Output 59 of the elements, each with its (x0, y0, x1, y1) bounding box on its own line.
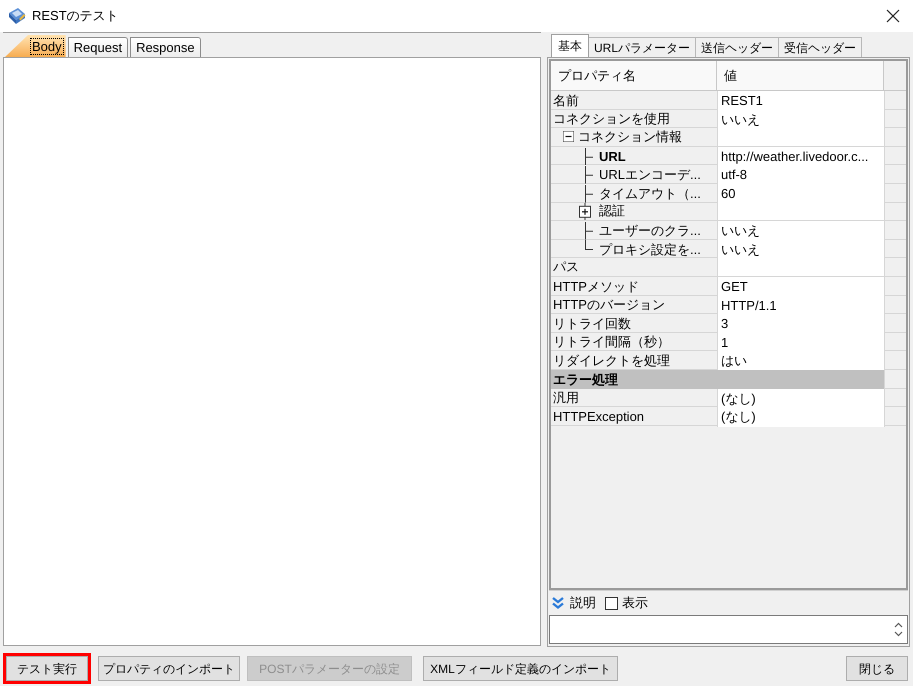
description-label: 説明 (570, 594, 596, 612)
tab[interactable]: Body (5, 35, 66, 57)
plus-box-icon[interactable] (579, 202, 591, 220)
property-value[interactable]: GET (717, 276, 884, 296)
double-chevron-icon[interactable] (551, 596, 565, 610)
property-name: HTTPのバージョン (553, 297, 665, 314)
property-value[interactable]: いいえ (717, 240, 884, 260)
property-name: ユーザーのクラ... (599, 222, 701, 239)
tab[interactable]: 受信ヘッダー (779, 37, 862, 57)
property-name: HTTPメソッド (553, 278, 639, 295)
property-name: URLエンコーデ... (599, 167, 701, 184)
import-xml-definition-button[interactable]: XMLフィールド定義のインポート (423, 656, 618, 681)
close-button[interactable]: 閉じる (846, 656, 908, 681)
property-value[interactable]: (なし) (717, 407, 884, 427)
column-header[interactable]: 値 (717, 61, 884, 90)
property-value[interactable]: いいえ (717, 221, 884, 241)
tab[interactable]: 基本 (551, 34, 589, 57)
property-name: タイムアウト（... (599, 186, 701, 202)
property-value[interactable]: HTTP/1.1 (717, 296, 884, 316)
property-value[interactable]: (なし) (717, 388, 884, 408)
body-editor-field[interactable] (3, 57, 541, 646)
tab[interactable]: Request (68, 37, 128, 57)
property-value[interactable]: http://weather.livedoor.c... (717, 146, 884, 166)
window-title: RESTのテスト (32, 7, 119, 26)
caret-up-icon[interactable] (894, 622, 903, 628)
property-name: パス (553, 259, 579, 276)
property-name: プロキシ設定を... (599, 242, 701, 258)
property-value[interactable]: 3 (717, 314, 884, 334)
category-header[interactable]: エラー処理 (551, 370, 884, 390)
checkbox[interactable] (605, 596, 618, 610)
checkbox-label: 表示 (622, 594, 648, 612)
property-value[interactable]: いいえ (717, 110, 884, 130)
import-properties-button[interactable]: プロパティのインポート (98, 656, 240, 681)
property-value[interactable]: 1 (717, 332, 884, 352)
tab[interactable]: Response (130, 37, 201, 57)
caret-down-icon[interactable] (894, 631, 903, 637)
property-name: リトライ回数 (553, 316, 631, 332)
property-name: HTTPException (553, 408, 644, 425)
property-name: コネクションを使用 (553, 111, 670, 128)
run-test-button[interactable]: テスト実行 (6, 656, 88, 681)
property-name: リダイレクトを処理 (553, 353, 670, 370)
property-name: コネクション情報 (578, 128, 682, 145)
description-field[interactable] (549, 615, 908, 644)
property-value[interactable]: REST1 (717, 91, 884, 110)
column-header[interactable]: プロパティ名 (551, 61, 717, 90)
property-value[interactable]: 60 (717, 184, 884, 204)
property-name: 認証 (599, 203, 625, 220)
tab[interactable]: URLパラメーター (589, 37, 696, 57)
property-name: 名前 (553, 92, 579, 109)
property-name: 汎用 (553, 390, 579, 406)
post-parameters-button: POSTパラメーターの設定 (247, 656, 412, 681)
property-name: URL (599, 148, 626, 165)
app-icon (8, 7, 26, 25)
tab[interactable]: 送信ヘッダー (696, 37, 780, 57)
property-value[interactable]: はい (717, 351, 884, 371)
close-icon[interactable] (886, 9, 900, 23)
minus-box-icon[interactable] (563, 131, 574, 142)
property-name: リトライ間隔（秒） (553, 334, 670, 350)
property-value[interactable]: utf-8 (717, 165, 884, 185)
